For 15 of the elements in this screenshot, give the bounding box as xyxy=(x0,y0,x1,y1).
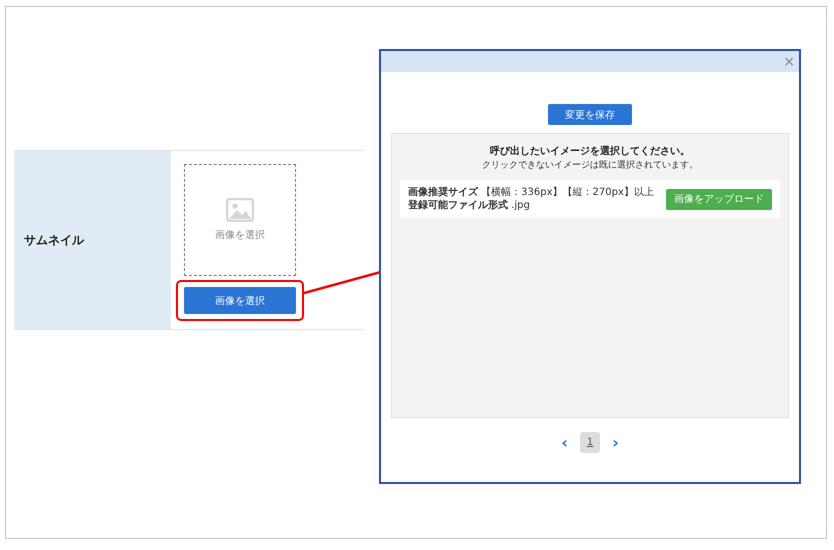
image-dropzone[interactable]: 画像を選択 xyxy=(184,164,296,276)
panel-note: クリックできないイメージは既に選択されています。 xyxy=(481,159,699,172)
dropzone-text: 画像を選択 xyxy=(215,229,265,242)
size-info: 画像推奨サイズ 【横幅：336px】【縦：270px】以上 xyxy=(408,186,654,199)
save-button[interactable]: 変更を保存 xyxy=(548,104,632,125)
close-button[interactable]: × xyxy=(783,54,795,68)
image-icon xyxy=(226,198,254,222)
select-image-button[interactable]: 画像を選択 xyxy=(184,287,296,314)
page-number[interactable]: 1 xyxy=(580,432,600,453)
field-label: サムネイル xyxy=(24,232,84,248)
upload-button[interactable]: 画像をアップロード xyxy=(666,188,772,210)
format-info: 登録可能ファイル形式 .jpg xyxy=(408,199,531,212)
next-page-link[interactable]: › xyxy=(608,433,623,452)
previous-page-link[interactable]: ‹ xyxy=(557,433,572,452)
panel-heading: 呼び出したいイメージを選択してください。 xyxy=(489,144,691,158)
